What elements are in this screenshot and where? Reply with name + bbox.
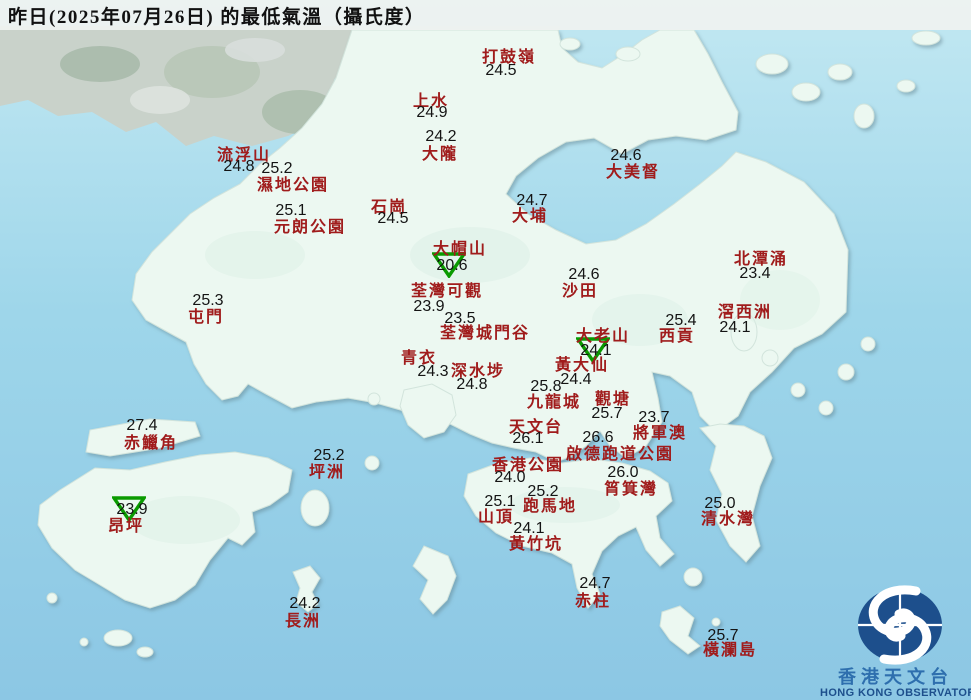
- station-value: 24.1: [513, 520, 545, 537]
- station-value: 26.6: [582, 429, 614, 446]
- station-value: 20.6: [436, 257, 468, 274]
- station-value: 23.9: [413, 298, 445, 315]
- station-value: 24.0: [494, 469, 526, 486]
- hko-logo-english-name: HONG KONG OBSERVATORY: [820, 687, 971, 699]
- station-value: 24.7: [516, 192, 548, 209]
- station-value: 24.6: [610, 147, 642, 164]
- station-value: 27.4: [126, 417, 158, 434]
- station-value: 24.2: [425, 128, 457, 145]
- station-value: 24.6: [568, 266, 600, 283]
- station-value: 23.9: [116, 501, 148, 518]
- station-value: 26.1: [512, 430, 544, 447]
- station-value: 24.1: [719, 319, 751, 336]
- station-value: 23.7: [638, 409, 670, 426]
- station-value: 25.3: [192, 292, 224, 309]
- weather-map: 昨日(2025年07月26日) 的最低氣溫（攝氏度） 打鼓嶺 24.5 上水 24.9…: [0, 0, 971, 700]
- station-value: 25.2: [261, 160, 293, 177]
- station-value: 26.0: [607, 464, 639, 481]
- station-value: 24.5: [485, 62, 517, 79]
- station-value: 24.7: [579, 575, 611, 592]
- hko-logo: 香港天文台 HONG KONG OBSERVATORY: [820, 585, 971, 700]
- station-value: 24.2: [289, 595, 321, 612]
- station-value: 24.5: [377, 210, 409, 227]
- station-value: 25.1: [484, 493, 516, 510]
- hko-logo-icon: [858, 585, 942, 665]
- station-value: 23.5: [444, 310, 476, 327]
- station-value: 25.7: [591, 405, 623, 422]
- station-value: 25.2: [527, 483, 559, 500]
- station-value: 24.9: [416, 104, 448, 121]
- station-value: 25.1: [275, 202, 307, 219]
- station-value: 25.7: [707, 627, 739, 644]
- station-value: 24.4: [560, 371, 592, 388]
- station-value: 25.2: [313, 447, 345, 464]
- station-value: 23.4: [739, 265, 771, 282]
- station-value: 24.8: [456, 376, 488, 393]
- hko-logo-chinese-name: 香港天文台: [838, 667, 953, 687]
- station-value: 24.3: [417, 363, 449, 380]
- station-value: 24.8: [223, 158, 255, 175]
- station-name: 大帽山: [432, 241, 488, 258]
- station-value: 25.4: [665, 312, 697, 329]
- station-value: 25.0: [704, 495, 736, 512]
- station-value: 25.8: [530, 378, 562, 395]
